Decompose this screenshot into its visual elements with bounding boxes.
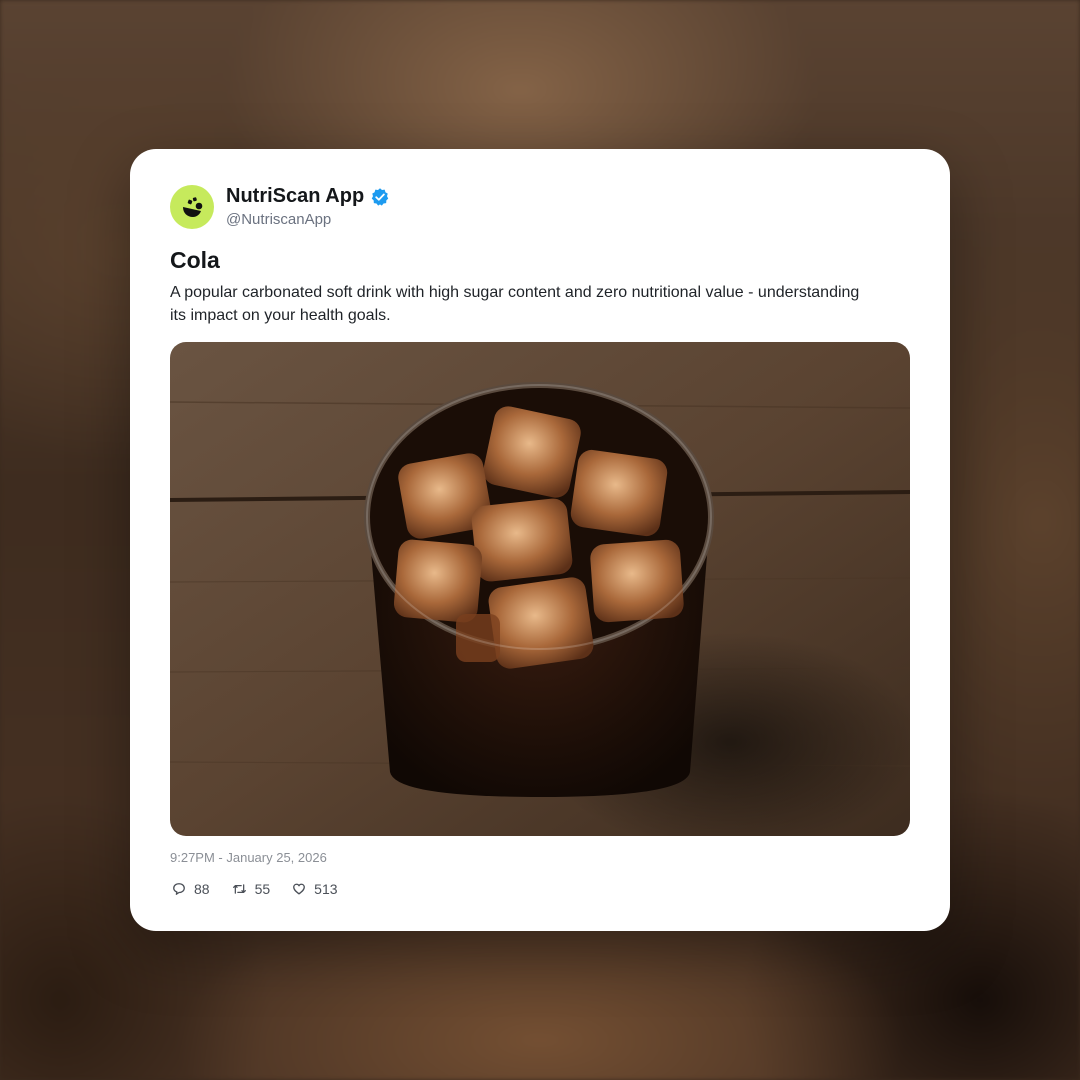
repost-button[interactable]: 55 <box>232 881 271 897</box>
post-card: NutriScan App @NutriscanApp Cola A popul… <box>130 149 950 931</box>
like-button[interactable]: 513 <box>292 881 338 897</box>
repost-icon <box>232 884 246 894</box>
heart-icon <box>293 883 306 895</box>
repost-count: 55 <box>254 881 271 897</box>
post-image[interactable] <box>170 342 910 836</box>
post-timestamp: 9:27PM - January 25, 2026 <box>170 850 327 865</box>
author-avatar[interactable] <box>170 185 214 229</box>
author-name[interactable]: NutriScan App <box>226 185 364 208</box>
post-description: A popular carbonated soft drink with hig… <box>170 284 860 324</box>
like-count: 513 <box>314 881 338 897</box>
author-handle[interactable]: @NutriscanApp <box>226 211 331 228</box>
nutriscan-logo-icon <box>183 197 203 217</box>
post-stats: 88 55 513 <box>172 881 360 897</box>
author-name-row: NutriScan App <box>226 185 390 208</box>
post-title: Cola <box>170 247 220 273</box>
verified-badge-icon <box>370 187 390 207</box>
reply-button[interactable]: 88 <box>172 881 210 897</box>
comment-icon <box>173 883 185 895</box>
reply-count: 88 <box>194 881 210 897</box>
